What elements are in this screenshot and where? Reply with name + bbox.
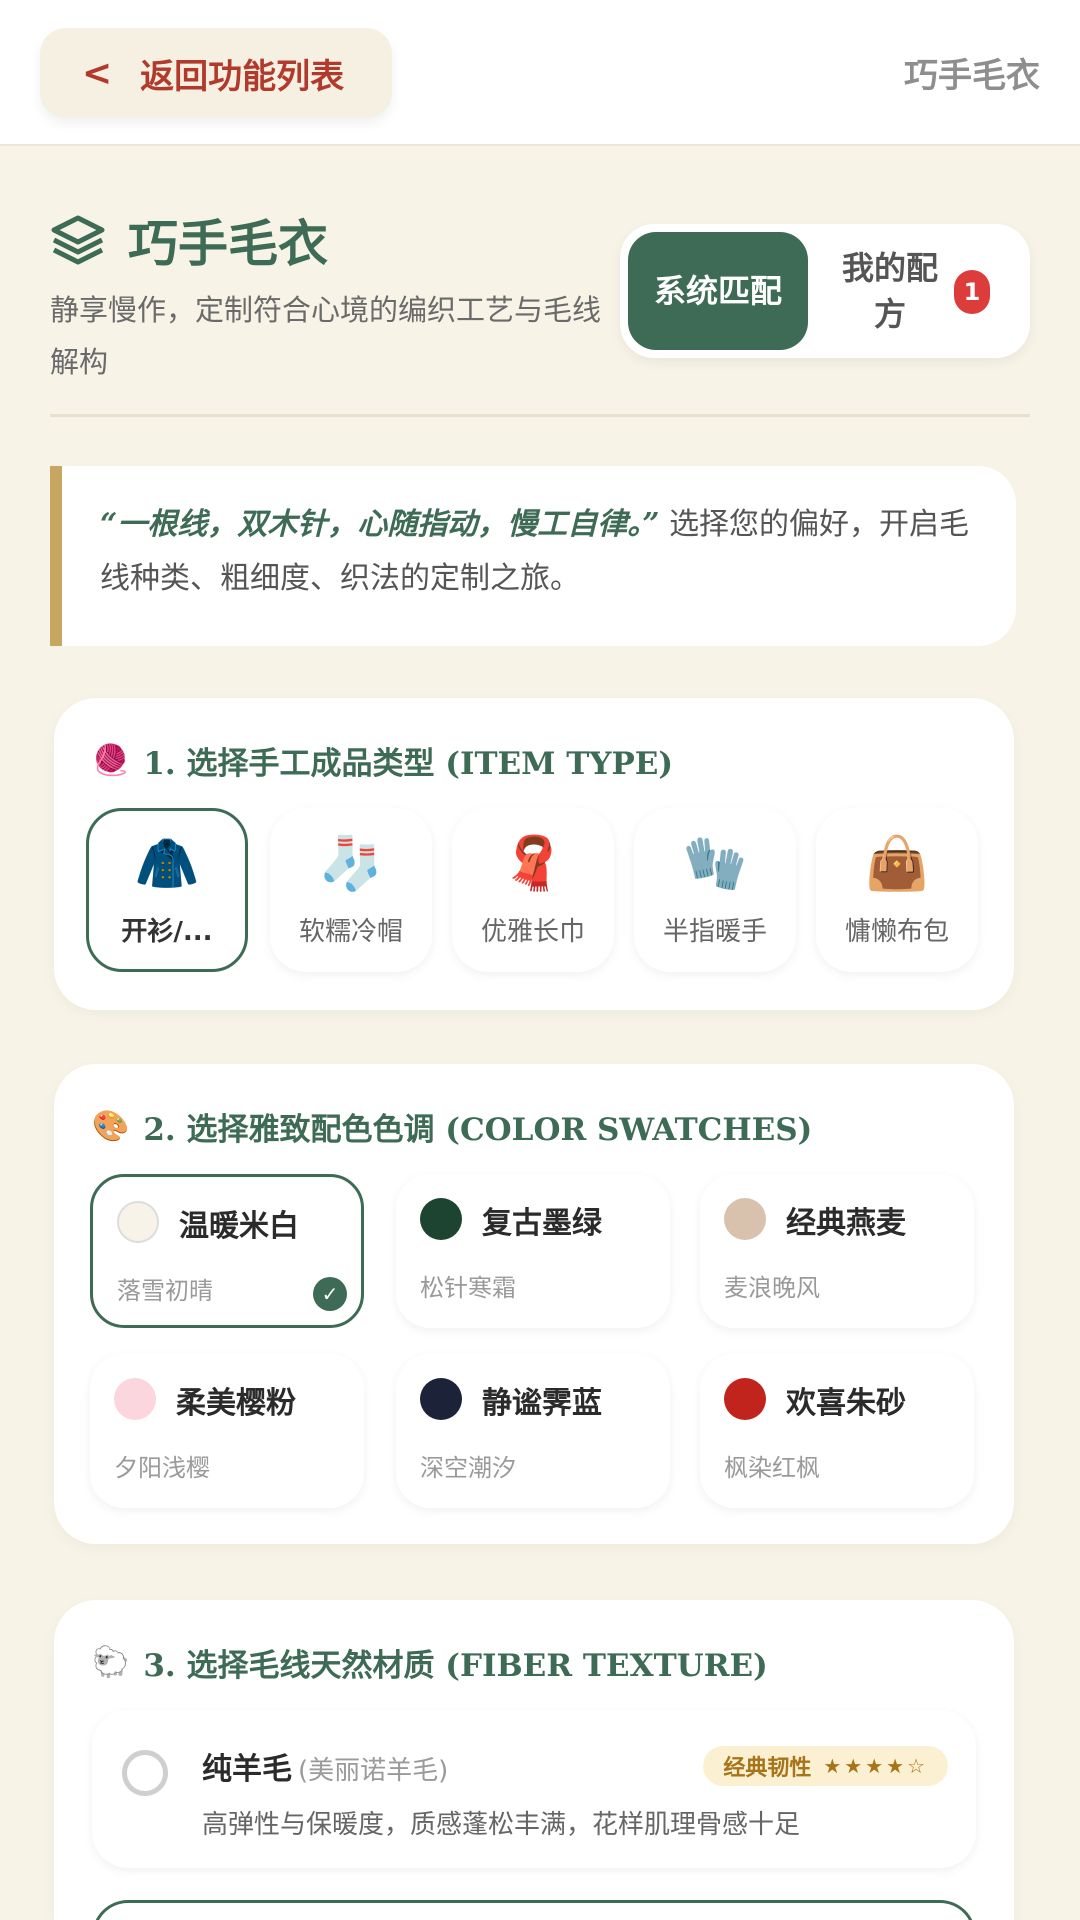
fiber-description: 高弹性与保暖度，质感蓬松丰满，花样肌理骨感十足 <box>202 1810 801 1840</box>
palette-icon: 🎨 <box>92 1109 130 1144</box>
swatch-sub: 松针寒霜 <box>420 1274 516 1302</box>
color-swatch[interactable]: 温暖米白 落雪初晴 ✓ <box>90 1174 364 1328</box>
scarf-icon: 🧣 <box>500 833 566 894</box>
tab-system-match[interactable]: 系统匹配 <box>628 232 808 350</box>
fiber-alt-name: (美丽诺羊毛) <box>298 1756 449 1786</box>
notification-badge: 1 <box>954 270 990 314</box>
back-button[interactable]: < 返回功能列表 <box>40 28 392 118</box>
swatch-dot <box>420 1198 462 1240</box>
swatch-sub: 夕阳浅樱 <box>114 1454 210 1482</box>
color-swatch[interactable]: 欢喜朱砂 枫染红枫 <box>700 1354 974 1508</box>
item-type-title: 🧶 1. 选择手工成品类型 (ITEM TYPE) <box>92 738 673 783</box>
fiber-tag: 经典韧性 ★★★★☆ <box>703 1746 948 1786</box>
item-type-title-text: 1. 选择手工成品类型 (ITEM TYPE) <box>143 746 674 782</box>
page-title-text: 巧手毛衣 <box>128 214 328 273</box>
color-swatch[interactable]: 静谧霁蓝 深空潮汐 <box>396 1354 670 1508</box>
fiber-title: 🐑 3. 选择毛线天然材质 (FIBER TEXTURE) <box>92 1640 768 1685</box>
swatch-name: 静谧霁蓝 <box>482 1386 602 1421</box>
swatch-sub: 深空潮汐 <box>420 1454 516 1482</box>
top-bar: < 返回功能列表 巧手毛衣 <box>0 0 1080 146</box>
item-label: 软糯冷帽 <box>298 916 403 947</box>
page-title: 巧手毛衣 <box>50 204 328 276</box>
tab-my-recipes[interactable]: 我的配方 <box>830 232 950 350</box>
item-label: 优雅长巾 <box>480 916 585 947</box>
color-title: 🎨 2. 选择雅致配色色调 (COLOR SWATCHES) <box>92 1104 812 1149</box>
handbag-icon: 👜 <box>864 833 930 894</box>
fiber-name-text: 纯羊毛 <box>202 1752 292 1787</box>
color-swatch[interactable]: 柔美樱粉 夕阳浅樱 <box>90 1354 364 1508</box>
color-swatch[interactable]: 经典燕麦 麦浪晚风 <box>700 1174 974 1328</box>
item-option[interactable]: 👜 慵懒布包 <box>816 808 978 972</box>
item-label: 半指暖手 <box>662 916 767 947</box>
item-label: 开衫/... <box>121 916 213 947</box>
layers-icon <box>51 215 105 265</box>
fiber-option[interactable]: 纯羊毛 (美丽诺羊毛) 经典韧性 ★★★★☆ 高弹性与保暖度，质感蓬松丰满，花样肌… <box>92 1710 976 1868</box>
yarn-ball-icon: 🧶 <box>92 743 130 778</box>
item-label: 慵懒布包 <box>844 916 949 947</box>
item-option[interactable]: 🧥 开衫/... <box>86 808 248 972</box>
gloves-icon: 🧤 <box>682 833 748 894</box>
fiber-option-next[interactable] <box>92 1900 976 1920</box>
swatch-name: 温暖米白 <box>179 1209 299 1244</box>
mode-switch: 系统匹配 我的配方 1 <box>620 224 1030 358</box>
swatch-sub: 枫染红枫 <box>724 1454 820 1482</box>
color-card: 🎨 2. 选择雅致配色色调 (COLOR SWATCHES) 温暖米白 落雪初晴… <box>54 1064 1014 1544</box>
swatch-name: 欢喜朱砂 <box>786 1386 906 1421</box>
fiber-tag-text: 经典韧性 <box>723 1756 812 1781</box>
item-option[interactable]: 🧦 软糯冷帽 <box>270 808 432 972</box>
swatch-dot <box>724 1198 766 1240</box>
swatch-sub: 麦浪晚风 <box>724 1274 820 1302</box>
radio-button[interactable] <box>122 1750 168 1796</box>
swatch-sub: 落雪初晴 <box>117 1277 213 1305</box>
swatch-dot <box>420 1378 462 1420</box>
swatch-dot <box>724 1378 766 1420</box>
back-label: 返回功能列表 <box>140 56 345 97</box>
divider <box>50 414 1030 417</box>
quote-emphasis: “一根线，双木针，心随指动，慢工自律。” <box>100 507 660 542</box>
swatch-name: 柔美樱粉 <box>176 1386 296 1421</box>
chevron-left-icon: < <box>82 52 113 94</box>
item-option[interactable]: 🧣 优雅长巾 <box>452 808 614 972</box>
fiber-name: 纯羊毛 (美丽诺羊毛) <box>202 1744 448 1788</box>
swatch-name: 经典燕麦 <box>786 1206 906 1241</box>
swatch-name: 复古墨绿 <box>482 1206 602 1241</box>
item-option[interactable]: 🧤 半指暖手 <box>634 808 796 972</box>
item-type-card: 🧶 1. 选择手工成品类型 (ITEM TYPE) 🧥 开衫/... 🧦 软糯冷… <box>54 698 1014 1010</box>
intro-quote: “一根线，双木针，心随指动，慢工自律。” 选择您的偏好，开启毛线种类、粗细度、织… <box>50 466 1016 646</box>
coat-icon: 🧥 <box>134 833 200 894</box>
fiber-title-text: 3. 选择毛线天然材质 (FIBER TEXTURE) <box>143 1648 768 1684</box>
color-swatch[interactable]: 复古墨绿 松针寒霜 <box>396 1174 670 1328</box>
socks-icon: 🧦 <box>318 833 384 894</box>
check-icon: ✓ <box>313 1277 347 1311</box>
swatch-dot <box>117 1201 159 1243</box>
page-subtitle: 静享慢作，定制符合心境的编织工艺与毛线解构 <box>50 293 602 379</box>
swatch-dot <box>114 1378 156 1420</box>
fiber-card: 🐑 3. 选择毛线天然材质 (FIBER TEXTURE) 纯羊毛 (美丽诺羊毛)… <box>54 1600 1014 1920</box>
sheep-icon: 🐑 <box>92 1645 130 1680</box>
page-header: 巧手毛衣 静享慢作，定制符合心境的编织工艺与毛线解构 系统匹配 我的配方 1 <box>50 200 1030 420</box>
star-rating: ★★★★☆ <box>823 1754 928 1778</box>
color-title-text: 2. 选择雅致配色色调 (COLOR SWATCHES) <box>143 1112 813 1148</box>
top-title: 巧手毛衣 <box>904 56 1040 96</box>
